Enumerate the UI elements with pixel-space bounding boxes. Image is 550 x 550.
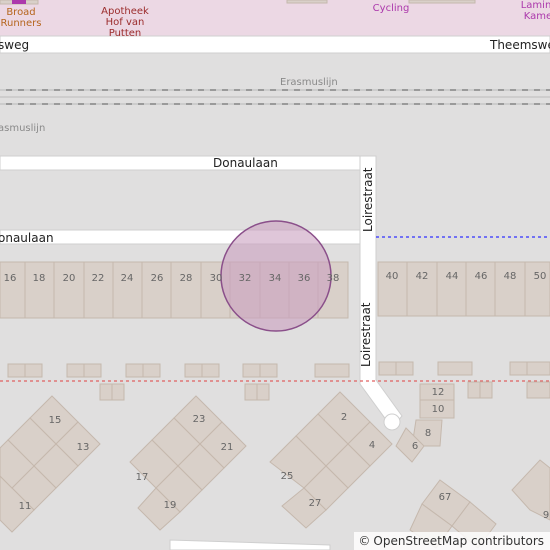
house-number: 9 bbox=[543, 510, 549, 521]
poi-label-broad-runners-1: Broad bbox=[6, 7, 35, 18]
poi-label-cycling: Cycling bbox=[373, 3, 410, 14]
street-label-theemsweg-left: sweg bbox=[0, 38, 29, 52]
house-number: 46 bbox=[475, 271, 488, 282]
house-number: 2 bbox=[341, 412, 347, 423]
street-label-theemsweg-right: Theemsweg bbox=[489, 38, 550, 52]
row-houses-right bbox=[377, 261, 550, 317]
street-label-loirestraat-upper: Loirestraat bbox=[361, 167, 375, 232]
house-number: 15 bbox=[49, 415, 62, 426]
poi-label-apotheek-2: Hof van bbox=[106, 17, 145, 28]
house-number: 44 bbox=[446, 271, 459, 282]
house-number: 27 bbox=[309, 498, 322, 509]
house-number: 25 bbox=[281, 471, 294, 482]
house-number: 26 bbox=[151, 273, 164, 284]
house-number: 19 bbox=[164, 500, 177, 511]
house-number: 22 bbox=[92, 273, 105, 284]
house-number: 36 bbox=[298, 273, 311, 284]
house-number: 8 bbox=[425, 428, 431, 439]
map-canvas: sweg Theemsweg Donaulaan onaulaan Loires… bbox=[0, 0, 550, 550]
house-number: 12 bbox=[432, 387, 445, 398]
shop-icon bbox=[12, 0, 26, 4]
house-number: 6 bbox=[412, 441, 418, 452]
house-number: 11 bbox=[19, 501, 32, 512]
donaulaan-road bbox=[0, 155, 361, 171]
poi-label-broad-runners-2: Runners bbox=[1, 18, 42, 29]
house-number: 67 bbox=[439, 492, 452, 503]
map-attribution: © OpenStreetMap contributors bbox=[354, 532, 550, 550]
house-number: 18 bbox=[33, 273, 46, 284]
street-label-loirestraat-lower: Loirestraat bbox=[359, 302, 373, 367]
house-number: 42 bbox=[416, 271, 429, 282]
map-viewport[interactable]: sweg Theemsweg Donaulaan onaulaan Loires… bbox=[0, 0, 550, 550]
building-fragment bbox=[286, 0, 328, 4]
house-number: 13 bbox=[77, 442, 90, 453]
rail-label-erasmuslijn-lower: asmuslijn bbox=[0, 123, 45, 134]
openstreetmap-contributors-link[interactable]: OpenStreetMap contributors bbox=[373, 532, 544, 550]
rail-label-erasmuslijn: Erasmuslijn bbox=[280, 77, 338, 88]
house-number: 17 bbox=[136, 472, 149, 483]
street-label-donaulaan-lower: onaulaan bbox=[0, 231, 54, 245]
house-number: 30 bbox=[210, 273, 223, 284]
building-fragment bbox=[408, 0, 476, 4]
house-number: 10 bbox=[432, 404, 445, 415]
house-number: 38 bbox=[327, 273, 340, 284]
house-number: 23 bbox=[193, 414, 206, 425]
copyright-symbol: © bbox=[358, 534, 371, 548]
house-number: 50 bbox=[534, 271, 547, 282]
house-number: 48 bbox=[504, 271, 517, 282]
house-number: 24 bbox=[121, 273, 134, 284]
poi-label-lamina-2: Kame bbox=[524, 11, 550, 22]
house-number: 4 bbox=[369, 440, 375, 451]
top-landuse-area bbox=[0, 0, 550, 36]
street-label-donaulaan: Donaulaan bbox=[213, 156, 278, 170]
house-number: 28 bbox=[180, 273, 193, 284]
house-number: 34 bbox=[269, 273, 282, 284]
house-number: 20 bbox=[63, 273, 76, 284]
house-number: 21 bbox=[221, 442, 234, 453]
theemsweg-road bbox=[0, 35, 550, 54]
house-number: 16 bbox=[4, 273, 17, 284]
house-number: 32 bbox=[239, 273, 252, 284]
poi-label-lamina-1: Lamin bbox=[521, 0, 550, 11]
poi-label-apotheek-3: Putten bbox=[109, 28, 142, 39]
poi-label-apotheek-1: Apotheek bbox=[101, 6, 149, 17]
loirestraat-turning-circle bbox=[383, 413, 401, 431]
house-number: 40 bbox=[386, 271, 399, 282]
